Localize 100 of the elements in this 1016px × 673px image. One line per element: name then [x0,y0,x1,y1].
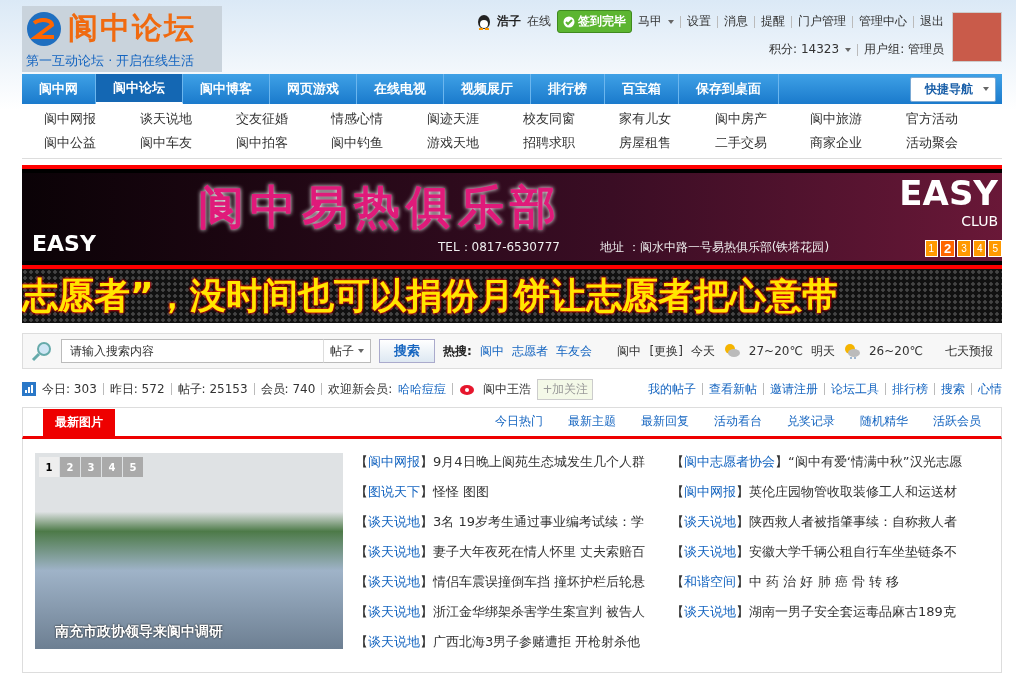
subnav-link[interactable]: 阆中车友 [139,134,236,152]
news-title[interactable]: 湖南一男子安全套运毒品麻古189克 [749,603,956,621]
logo-block[interactable]: 阆中论坛 第一互动论坛 · 开启在线生活 [22,6,222,72]
user-link[interactable]: 门户管理 [798,13,846,30]
nav-item[interactable]: 阆中博客 [183,74,270,104]
subnav-link[interactable]: 招聘求职 [523,134,619,152]
subnav-link[interactable]: 阆中网报 [44,110,140,128]
search-button[interactable]: 搜索 [379,339,435,363]
subnav-link[interactable]: 阆中旅游 [810,110,907,128]
subnav-link[interactable]: 游戏天地 [427,134,523,152]
news-title[interactable]: 怪怪 图图 [433,483,490,501]
quick-link[interactable]: 心情 [978,380,1002,398]
news-category[interactable]: 图说天下 [368,483,420,501]
check-icon [563,15,575,28]
news-category[interactable]: 阆中志愿者协会 [684,453,775,471]
nav-item[interactable]: 视频展厅 [444,74,531,104]
nav-item[interactable]: 在线电视 [357,74,444,104]
news-title[interactable]: 安徽大学千辆公租自行车坐垫链条不 [749,543,957,561]
quick-link[interactable]: 邀请注册 [770,380,818,398]
subnav-link[interactable]: 家有儿女 [618,110,715,128]
news-category[interactable]: 阆中网报 [684,483,736,501]
avatar-placeholder[interactable] [952,12,1002,62]
new-member-link[interactable]: 哈哈痘痘 [398,380,447,398]
subnav-link[interactable]: 情感心情 [331,110,428,128]
news-category[interactable]: 谈天说地 [368,633,420,651]
hot-search-link[interactable]: 阆中 [479,342,504,360]
subnav-link[interactable]: 校友同窗 [523,110,619,128]
category-bracket: 】 [420,483,433,501]
hot-search-link[interactable]: 车友会 [555,342,592,360]
subnav-link[interactable]: 房屋租售 [618,134,715,152]
user-link[interactable]: 退出 [920,13,944,30]
subnav-link[interactable]: 阆中房产 [714,110,811,128]
news-title[interactable]: 浙江金华绑架杀害学生案宣判 被告人 [433,603,646,621]
news-category[interactable]: 谈天说地 [368,603,420,621]
quick-link[interactable]: 查看新帖 [709,380,757,398]
news-title[interactable]: 陕西救人者被指肇事续：自称救人者 [749,513,957,531]
user-link[interactable]: 消息 [724,13,748,30]
points-text[interactable]: 积分: 14323 [769,41,840,58]
section-tab[interactable]: 最新图片 [43,409,115,436]
subnav-link[interactable]: 阆中钓鱼 [331,134,428,152]
section-link[interactable]: 兑奖记录 [787,413,835,430]
category-bracket: 【 [671,453,684,471]
user-link[interactable]: 设置 [687,13,711,30]
section-link[interactable]: 活跃会员 [933,413,981,430]
section-link[interactable]: 最新回复 [641,413,689,430]
photo-placeholder[interactable]: 1 2 3 4 5 南充市政协领导来阆中调研 [35,453,343,649]
category-bracket: 【 [671,543,684,561]
quick-link[interactable]: 论坛工具 [831,380,879,398]
quick-nav-button[interactable]: 快捷导航 [910,76,996,102]
news-title[interactable]: “阆中有爱‘情满中秋”汉光志愿 [788,453,962,471]
news-title[interactable]: 中 药 治 好 肺 癌 骨 转 移 [749,573,900,591]
news-category[interactable]: 阆中网报 [368,453,420,471]
alias-menu[interactable]: 马甲 [638,13,662,30]
quick-link[interactable]: 我的帖子 [648,380,696,398]
section-link[interactable]: 最新主题 [568,413,616,430]
search-scope-select[interactable]: 帖子 [323,339,371,363]
weibo-name[interactable]: 阆中王浩 [483,380,532,398]
today-temp: 27~20℃ [748,344,803,358]
news-category[interactable]: 谈天说地 [684,603,736,621]
news-category[interactable]: 谈天说地 [684,513,736,531]
news-category[interactable]: 谈天说地 [368,513,420,531]
news-title[interactable]: 9月4日晚上阆苑生态城发生几个人群 [433,453,645,471]
news-category[interactable]: 谈天说地 [368,543,420,561]
news-title[interactable]: 情侣车震误撞倒车挡 撞坏护栏后轮悬 [433,573,646,591]
quick-link[interactable]: 搜索 [941,380,965,398]
news-title[interactable]: 3名 19岁考生通过事业编考试续：学 [433,513,644,531]
search-field[interactable]: 请输入搜索内容 [61,339,323,363]
nav-item[interactable]: 百宝箱 [605,74,679,104]
subnav-link[interactable]: 二手交易 [714,134,811,152]
cloud-rain-icon [842,343,861,359]
news-title[interactable]: 广西北海3男子参赌遭拒 开枪射杀他 [433,633,641,651]
change-city-link[interactable]: [更换] [649,342,683,360]
category-bracket: 【 [355,543,368,561]
user-link[interactable]: 管理中心 [859,13,907,30]
nav-item[interactable]: 排行榜 [531,74,605,104]
nav-item[interactable]: 网页游戏 [270,74,357,104]
subnav-link[interactable]: 官方活动 [906,110,1002,128]
user-link[interactable]: 提醒 [761,13,785,30]
section-link[interactable]: 今日热门 [495,413,543,430]
nav-item[interactable]: 阆中论坛 [96,74,183,104]
news-category[interactable]: 和谐空间 [684,573,736,591]
subnav-link[interactable]: 商家企业 [810,134,907,152]
subnav-link[interactable]: 阆中公益 [44,134,140,152]
news-title[interactable]: 英伦庄园物管收取装修工人和运送材 [749,483,957,501]
nav-item[interactable]: 保存到桌面 [679,74,779,104]
subnav-link[interactable]: 阆中拍客 [235,134,332,152]
subnav-link[interactable]: 阆迹天涯 [427,110,523,128]
hot-search-link[interactable]: 志愿者 [511,342,548,360]
section-link[interactable]: 随机精华 [860,413,908,430]
username[interactable]: 浩子 [497,13,521,30]
subnav-link[interactable]: 活动聚会 [906,134,1002,152]
subnav-link[interactable]: 谈天说地 [139,110,236,128]
news-title[interactable]: 妻子大年夜死在情人怀里 丈夫索赔百 [433,543,646,561]
forecast-link[interactable]: 七天预报 [945,342,993,360]
section-link[interactable]: 活动看台 [714,413,762,430]
news-category[interactable]: 谈天说地 [684,543,736,561]
photo-pager-button[interactable]: 1 [39,457,59,477]
quick-link[interactable]: 排行榜 [892,380,928,398]
news-category[interactable]: 谈天说地 [368,573,420,591]
subnav-link[interactable]: 交友征婚 [235,110,332,128]
